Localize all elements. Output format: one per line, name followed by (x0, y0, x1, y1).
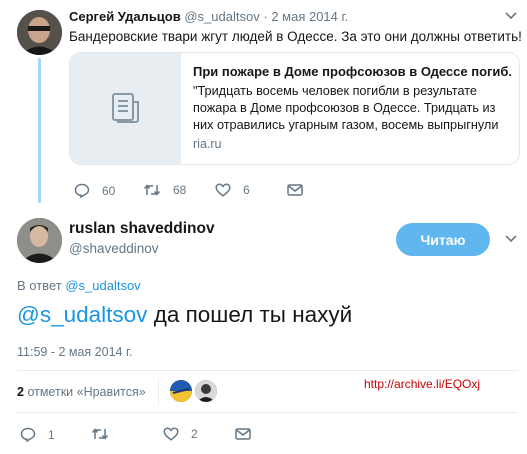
reply-icon (74, 183, 90, 198)
like-count: 6 (243, 183, 250, 197)
like-action[interactable]: 6 (215, 183, 250, 197)
retweet-action[interactable]: 68 (143, 183, 186, 197)
card-thumbnail (70, 53, 181, 164)
reply-text: @s_udaltsov да пошел ты нахуй (17, 302, 352, 328)
reply-timestamp[interactable]: 11:59 - 2 мая 2014 г. (17, 345, 132, 359)
follow-button[interactable]: Читаю (396, 223, 490, 256)
thread-line (38, 58, 41, 203)
reply-action[interactable]: 60 (74, 183, 115, 198)
likes-count: 2 (17, 385, 24, 399)
liker-avatar-1[interactable] (170, 380, 192, 402)
mail-icon[interactable] (235, 428, 251, 440)
tweet-text: Бандеровские твари жгут людей в Одессе. … (69, 29, 522, 44)
divider-bottom (17, 412, 518, 413)
tweet-date[interactable]: 2 мая 2014 г. (271, 9, 348, 24)
mail-icon[interactable] (287, 184, 303, 196)
avatar-shaveddinov[interactable] (17, 218, 62, 263)
liker-divider (158, 378, 159, 406)
like-count: 2 (191, 427, 198, 441)
chevron-down-icon[interactable] (505, 235, 517, 243)
reply-icon (20, 427, 36, 442)
retweet-icon (143, 183, 161, 197)
author-name[interactable]: Сергей Удальцов (69, 9, 181, 24)
retweet-icon (91, 427, 109, 441)
link-card[interactable]: При пожаре в Доме профсоюзов в Одессе по… (69, 52, 520, 165)
retweet-action[interactable] (91, 427, 121, 441)
avatar-udaltsov[interactable] (17, 10, 62, 55)
reply-author-name[interactable]: ruslan shaveddinov (69, 220, 215, 238)
liker-avatar-2[interactable] (195, 380, 217, 402)
retweet-count: 68 (173, 183, 187, 197)
divider-top (17, 370, 518, 371)
likes-label: отметки «Нравится» (27, 385, 146, 399)
reply-to-line: В ответ @s_udaltsov (17, 278, 141, 293)
reply-author-handle[interactable]: @shaveddinov (69, 241, 159, 256)
archive-link[interactable]: http://archive.li/EQOxj (364, 377, 480, 391)
separator: · (263, 9, 268, 24)
document-icon (111, 92, 141, 124)
card-description: "Тридцать восемь человек погибли в резул… (193, 84, 499, 132)
reply-action[interactable]: 1 (20, 427, 55, 442)
card-domain: ria.ru (193, 137, 222, 151)
likes-summary[interactable]: 2 отметки «Нравится» (17, 385, 146, 399)
card-title: При пожаре в Доме профсоюзов в Одессе по… (193, 64, 511, 79)
tweet-header: Сергей Удальцов @s_udaltsov · 2 мая 2014… (69, 9, 348, 24)
reply-count: 60 (102, 183, 116, 198)
heart-icon (163, 427, 179, 441)
reply-body: да пошел ты нахуй (153, 302, 353, 327)
mention-link[interactable]: @s_udaltsov (17, 302, 147, 327)
reply-to-prefix: В ответ (17, 278, 62, 293)
like-action[interactable]: 2 (163, 427, 198, 441)
reply-to-handle[interactable]: @s_udaltsov (65, 278, 140, 293)
chevron-down-icon[interactable] (505, 12, 517, 20)
author-handle[interactable]: @s_udaltsov (184, 9, 259, 24)
reply-count: 1 (48, 427, 55, 442)
heart-icon (215, 183, 231, 197)
